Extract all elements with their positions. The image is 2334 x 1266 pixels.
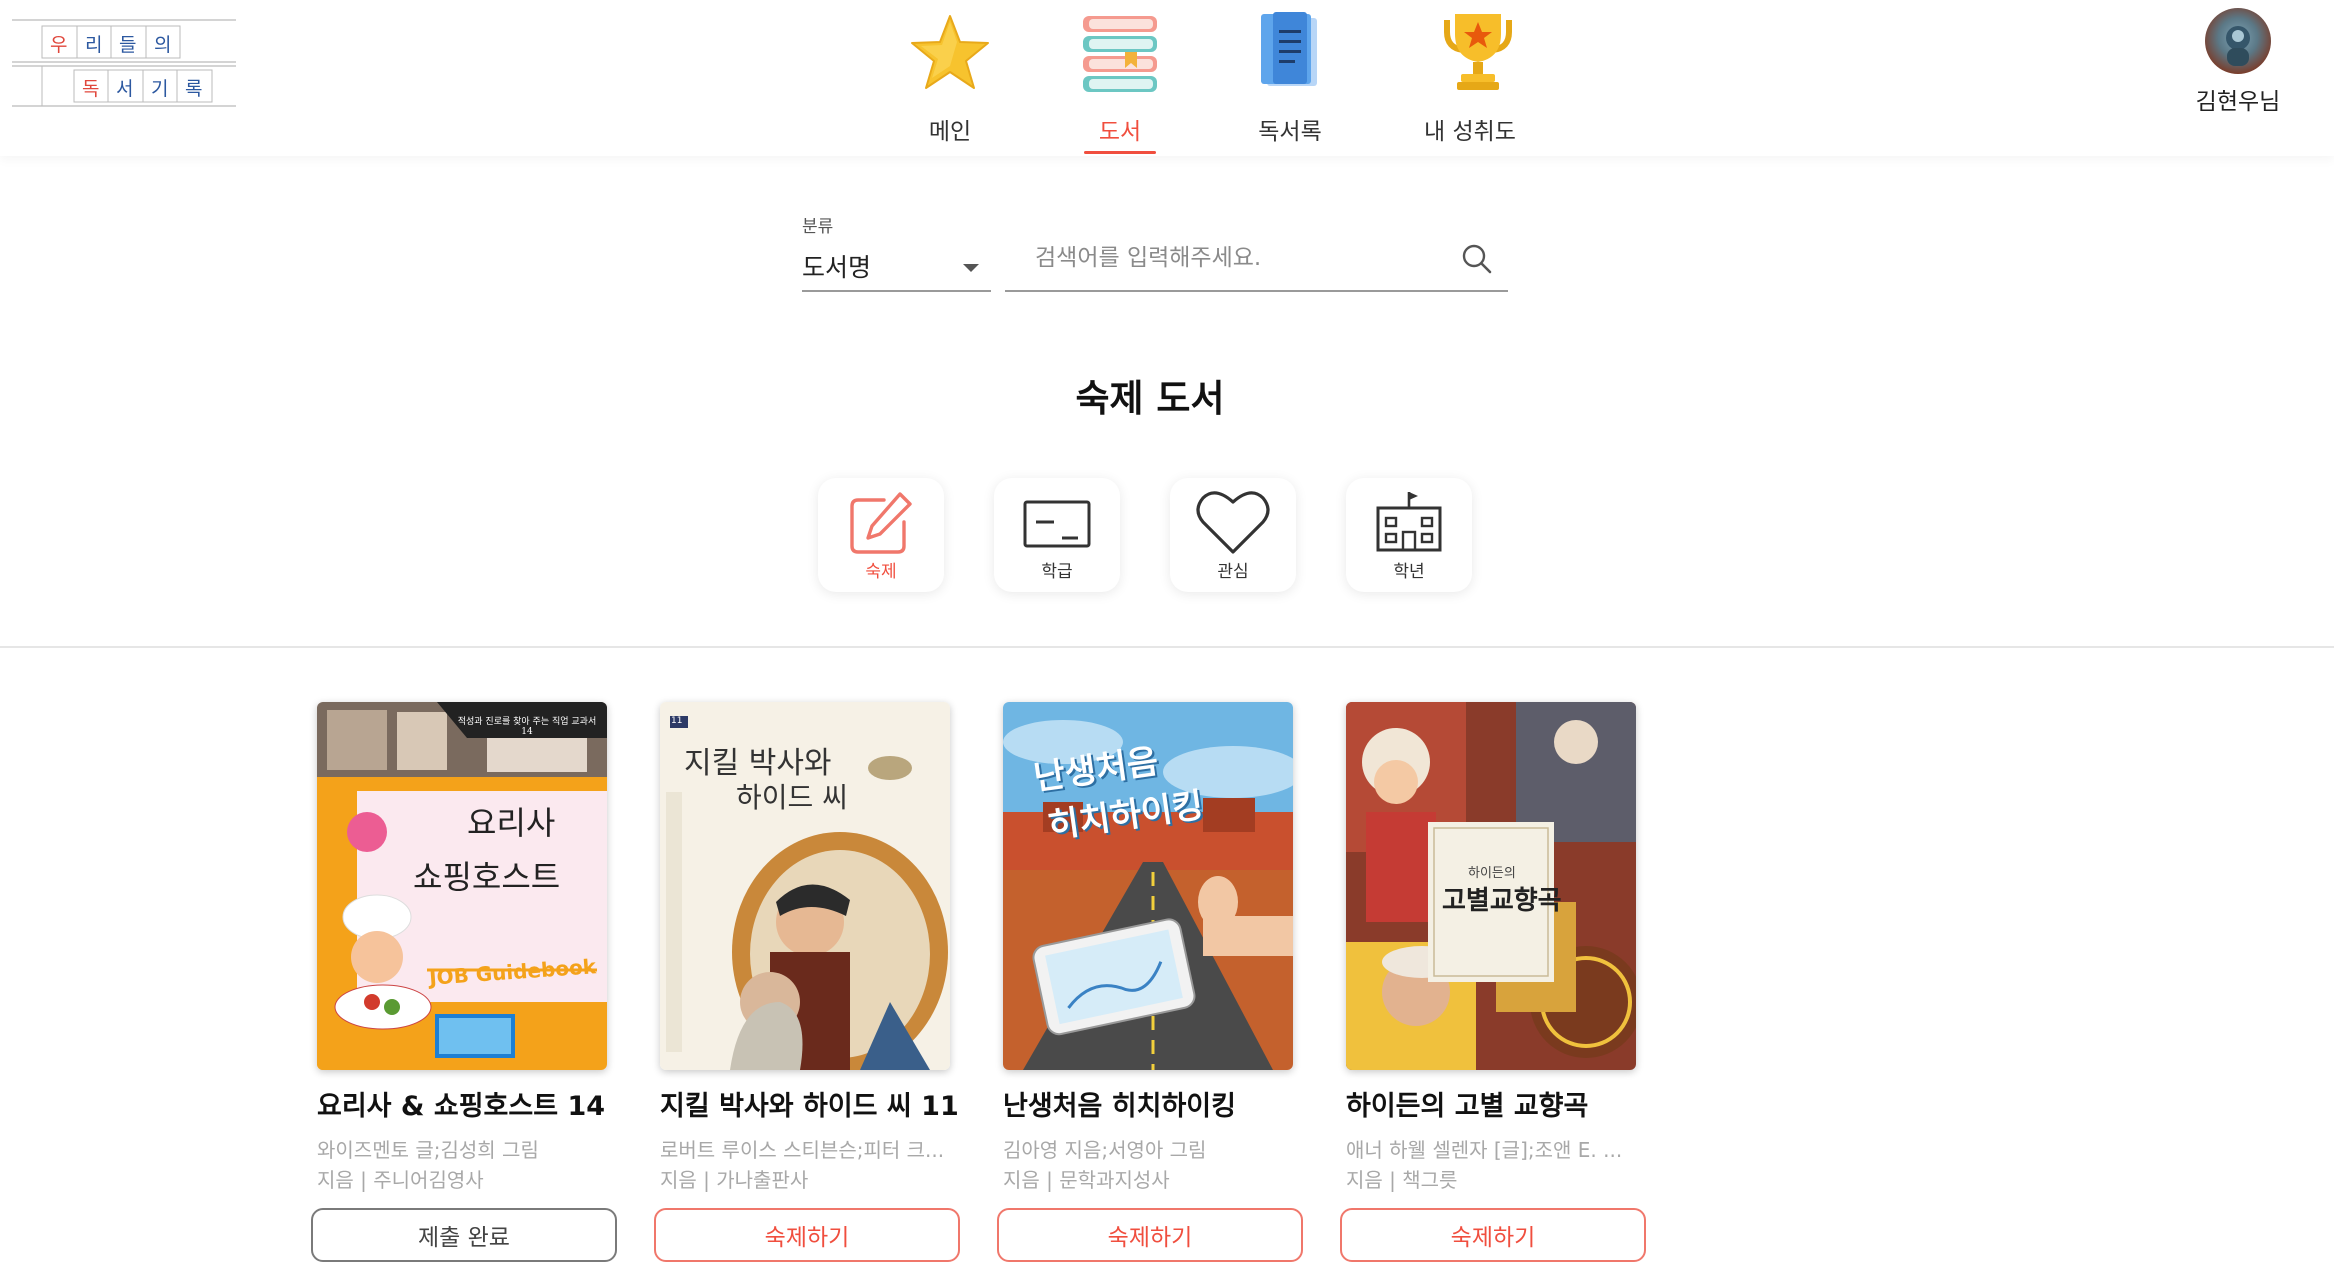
category-tab-interest[interactable]: 관심 <box>1170 478 1296 592</box>
star-icon <box>911 15 989 89</box>
book-publisher: 지음 | 가나출판사 <box>660 1168 809 1192</box>
cover-title-line: 고별교향곡 <box>1442 886 1562 916</box>
search-icon[interactable] <box>1460 242 1494 276</box>
category-label: 관심 <box>1217 562 1249 582</box>
top-header: 우 리 들 의 독 서 기 록 메인 도서 독서록 내 성취도 김현우님 <box>0 0 2334 156</box>
books-stack-icon <box>1083 16 1157 92</box>
book-title[interactable]: 지킬 박사와 하이드 씨 11 <box>660 1084 960 1123</box>
nav-label: 내 성취도 <box>1424 119 1516 145</box>
search-area: 분류 도서명 <box>802 208 1508 292</box>
school-icon <box>1376 492 1442 552</box>
category-label: 학급 <box>1041 562 1073 582</box>
book-cover[interactable]: 적성과 진로를 찾아 주는 직업 교과서 14 요리사 쇼핑호스트 JOB Gu… <box>317 702 607 1070</box>
nav-label: 메인 <box>928 119 972 145</box>
book-publisher: 지음 | 책그릇 <box>1346 1168 1458 1192</box>
submitted-button[interactable]: 제출 완료 <box>311 1208 617 1262</box>
book-publisher: 지음 | 주니어김영사 <box>317 1168 484 1192</box>
active-tab-indicator <box>1084 151 1156 154</box>
edit-icon <box>850 492 912 554</box>
category-tab-class[interactable]: 학급 <box>994 478 1120 592</box>
do-homework-button[interactable]: 숙제하기 <box>1340 1208 1646 1262</box>
chevron-down-icon <box>963 264 979 272</box>
nav-item-books[interactable]: 도서 <box>1070 0 1170 156</box>
nav-label: 독서록 <box>1258 119 1322 145</box>
nav-item-reading-log[interactable]: 독서록 <box>1240 0 1340 156</box>
cover-title-line: 요리사 <box>467 804 556 842</box>
book-author: 김아영 지음;서영아 그림 <box>1003 1138 1207 1162</box>
book-cover[interactable]: 하이든의 고별교향곡 <box>1346 702 1636 1070</box>
user-name: 김현우님 <box>2195 89 2281 115</box>
cover-title-line: 쇼핑호스트 <box>413 858 561 896</box>
category-tab-grade[interactable]: 학년 <box>1346 478 1472 592</box>
main-nav: 메인 도서 독서록 내 성취도 <box>0 0 2334 156</box>
do-homework-button[interactable]: 숙제하기 <box>654 1208 960 1262</box>
book-title[interactable]: 난생처음 히치하이킹 <box>1003 1084 1303 1123</box>
category-caption: 분류 <box>802 217 834 237</box>
book-cover[interactable]: 11 지킬 박사와 하이드 씨 <box>660 702 950 1070</box>
book-title[interactable]: 요리사 & 쇼핑호스트 14 <box>317 1084 617 1123</box>
book-author: 로버트 루이스 스티븐슨;피터 크... <box>660 1138 945 1162</box>
document-icon <box>1261 12 1317 86</box>
book-publisher: 지음 | 문학과지성사 <box>1003 1168 1170 1192</box>
category-label: 숙제 <box>865 562 897 582</box>
nav-item-achievement[interactable]: 내 성취도 <box>1410 0 1530 156</box>
avatar <box>2205 8 2271 74</box>
cover-title-line: 하이든의 <box>1468 866 1516 881</box>
book-author: 애너 하웰 셀렌자 [글];조앤 E. ... <box>1346 1138 1623 1162</box>
heart-icon <box>1196 491 1270 554</box>
book-author: 와이즈멘토 글;김성희 그림 <box>317 1138 539 1162</box>
book-cover[interactable]: 난생처음 히치하이킹 <box>1003 702 1293 1070</box>
user-profile[interactable]: 김현우님 <box>2188 8 2288 116</box>
blackboard-icon <box>1023 500 1091 548</box>
category-select[interactable]: 분류 도서명 <box>802 208 991 292</box>
divider <box>0 646 2334 648</box>
cover-banner: 적성과 진로를 찾아 주는 직업 교과서 14 <box>457 717 597 737</box>
cover-title-line: 하이드 씨 <box>736 781 848 814</box>
nav-item-main[interactable]: 메인 <box>900 0 1000 156</box>
do-homework-button[interactable]: 숙제하기 <box>997 1208 1303 1262</box>
category-label: 학년 <box>1393 562 1425 582</box>
section-title: 숙제 도서 <box>1075 377 1225 420</box>
search-box <box>1005 230 1508 292</box>
nav-label: 도서 <box>1098 119 1142 145</box>
category-value: 도서명 <box>802 253 872 282</box>
book-title[interactable]: 하이든의 고별 교향곡 <box>1346 1084 1646 1123</box>
trophy-icon <box>1443 14 1512 90</box>
category-tab-homework[interactable]: 숙제 <box>818 478 944 592</box>
cover-series-number: 11 <box>671 716 683 726</box>
search-input[interactable] <box>1035 240 1455 276</box>
